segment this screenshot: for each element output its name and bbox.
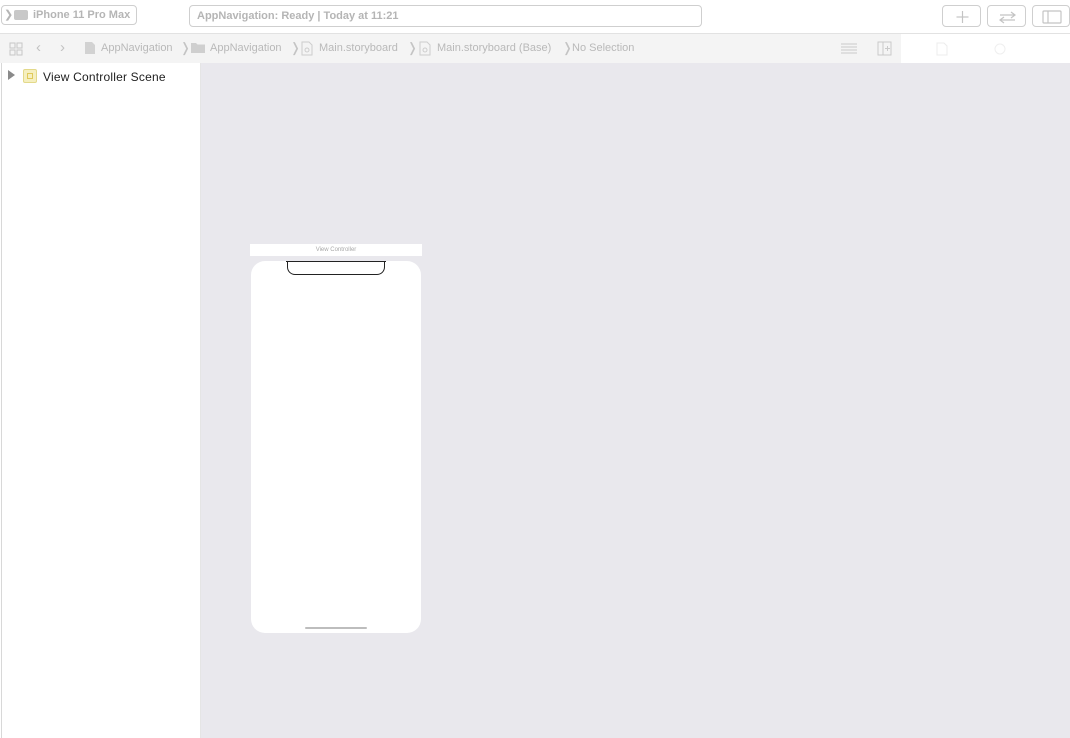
forward-arrow-icon[interactable]: ›	[60, 39, 65, 56]
plus-icon	[956, 11, 969, 23]
activity-viewer: AppNavigation: Ready | Today at 11:21	[189, 5, 702, 27]
file-icon	[85, 42, 95, 54]
add-button[interactable]	[942, 5, 981, 27]
breadcrumb-storyboard[interactable]: Main.storyboard	[319, 42, 398, 54]
storyboard-canvas[interactable]: View Controller	[201, 63, 1070, 738]
activity-status-text: AppNavigation: Ready | Today at 11:21	[197, 10, 399, 22]
toggle-panel-button[interactable]	[1032, 5, 1070, 27]
phone-notch	[286, 261, 386, 275]
scheme-selector[interactable]: ❯ iPhone 11 Pro Max	[1, 5, 137, 25]
breadcrumb-separator: ❭	[407, 40, 418, 55]
breadcrumb-selection[interactable]: No Selection	[572, 42, 634, 54]
panel-icon	[1042, 10, 1062, 24]
document-outline: View Controller Scene	[0, 63, 201, 738]
home-indicator	[305, 627, 367, 629]
scene-title-bar[interactable]: View Controller	[250, 244, 422, 256]
file-inspector-icon[interactable]	[935, 42, 949, 56]
storyboard-icon	[301, 41, 313, 56]
device-icon	[14, 10, 28, 20]
scene-icon	[23, 69, 37, 83]
scheme-device-label: iPhone 11 Pro Max	[33, 9, 131, 21]
disclosure-triangle-icon[interactable]	[8, 70, 15, 80]
scene-label: View Controller Scene	[43, 70, 166, 84]
folder-icon	[191, 43, 205, 53]
swap-editor-button[interactable]	[987, 5, 1026, 27]
swap-arrows-icon	[999, 11, 1016, 24]
breadcrumb-folder[interactable]: AppNavigation	[210, 42, 282, 54]
storyboard-icon	[419, 41, 431, 56]
jump-bar: ‹ › AppNavigation ❭ AppNavigation ❭ Main…	[0, 34, 901, 64]
breadcrumb-project[interactable]: AppNavigation	[101, 42, 173, 54]
iphone-view-controller[interactable]	[251, 261, 421, 633]
inspector-tab-bar	[901, 34, 1070, 63]
add-editor-icon[interactable]	[877, 41, 892, 56]
grid-icon[interactable]	[9, 42, 23, 56]
breadcrumb-storyboard-base[interactable]: Main.storyboard (Base)	[437, 42, 551, 54]
back-arrow-icon[interactable]: ‹	[36, 39, 41, 56]
help-inspector-icon[interactable]	[993, 42, 1007, 56]
toolbar: ❯ iPhone 11 Pro Max AppNavigation: Ready…	[0, 0, 1070, 34]
editor-options-icon[interactable]	[840, 42, 858, 56]
chevron-right-icon: ❯	[4, 9, 14, 21]
